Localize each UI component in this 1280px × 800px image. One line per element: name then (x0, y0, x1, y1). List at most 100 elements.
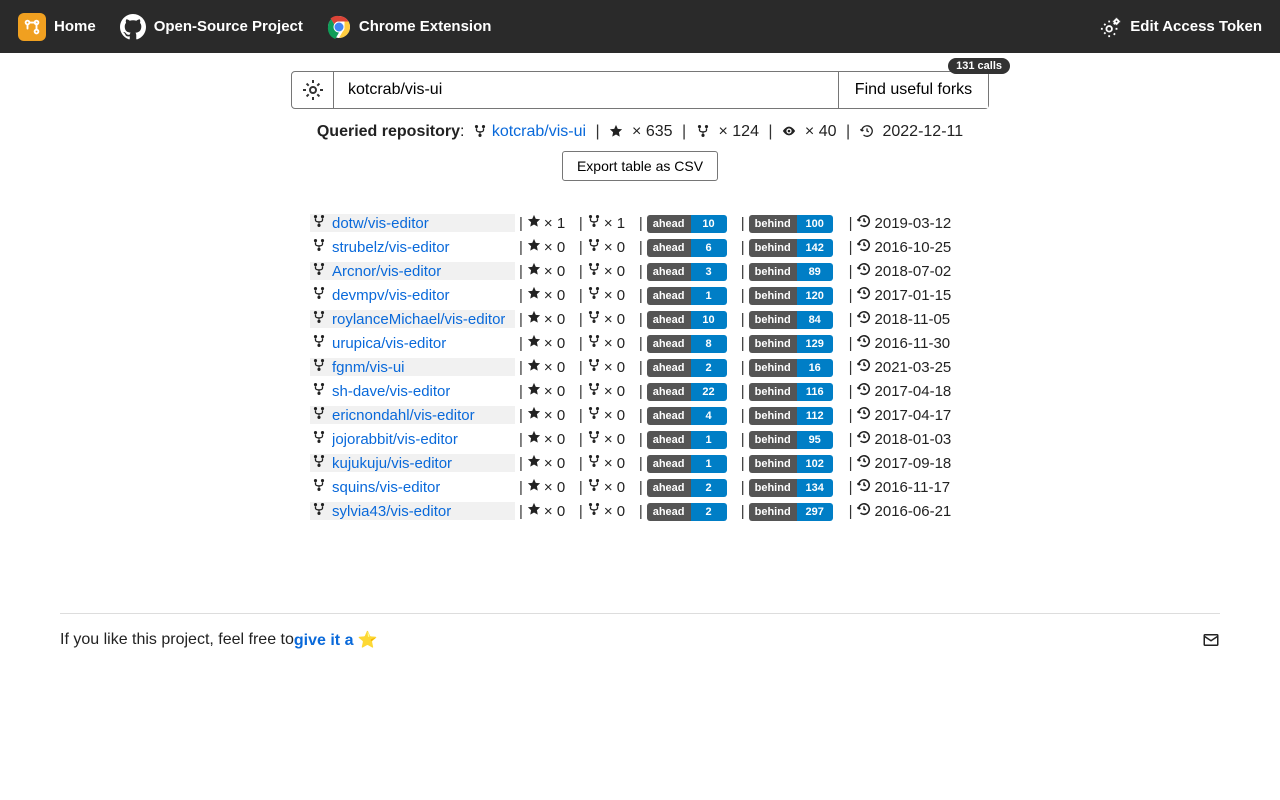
give-star-link[interactable]: give it a ⭐ (294, 630, 378, 650)
repo-search-input[interactable] (334, 72, 838, 108)
fork-icon (312, 214, 326, 232)
fork-icon (312, 502, 326, 520)
ahead-badge: ahead8 (647, 335, 727, 353)
behind-badge: behind120 (749, 287, 833, 305)
navbar: Home Open-Source Project Chrome Extensio… (0, 0, 1280, 53)
ahead-badge: ahead2 (647, 479, 727, 497)
fork-logo-icon (18, 13, 46, 41)
star-icon (527, 478, 541, 496)
history-icon (857, 214, 871, 232)
behind-badge: behind95 (749, 431, 833, 449)
fork-icon (312, 430, 326, 448)
fork-icon (312, 478, 326, 496)
fork-repo-link[interactable]: kujukuju/vis-editor (332, 455, 452, 472)
nav-chrome-extension[interactable]: Chrome Extension (327, 15, 492, 39)
behind-badge: behind134 (749, 479, 833, 497)
star-icon (527, 214, 541, 232)
fork-repo-link[interactable]: devmpv/vis-editor (332, 287, 450, 304)
fork-repo-link[interactable]: jojorabbit/vis-editor (332, 431, 458, 448)
fork-icon (696, 124, 710, 138)
github-icon (120, 14, 146, 40)
history-icon (857, 334, 871, 352)
fork-count: × 0 (604, 359, 625, 376)
push-date: 2016-11-17 (875, 479, 951, 496)
fork-repo-link[interactable]: dotw/vis-editor (332, 215, 429, 232)
fork-repo-link[interactable]: roylanceMichael/vis-editor (332, 311, 505, 328)
history-icon (857, 382, 871, 400)
star-count: × 0 (544, 287, 565, 304)
nav-home[interactable]: Home (18, 13, 96, 41)
fork-icon (587, 478, 601, 496)
nav-edit-token-label: Edit Access Token (1130, 18, 1262, 35)
ahead-badge: ahead4 (647, 407, 727, 425)
history-icon (857, 358, 871, 376)
fork-icon (587, 382, 601, 400)
history-icon (857, 502, 871, 520)
nav-open-source[interactable]: Open-Source Project (120, 14, 303, 40)
fork-count: × 0 (604, 383, 625, 400)
behind-badge: behind84 (749, 311, 833, 329)
fork-icon (587, 214, 601, 232)
fork-repo-link[interactable]: squins/vis-editor (332, 479, 440, 496)
fork-icon (587, 286, 601, 304)
push-date: 2019-03-12 (875, 215, 952, 232)
star-count: × 0 (544, 407, 565, 424)
fork-icon (587, 502, 601, 520)
nav-open-source-label: Open-Source Project (154, 18, 303, 35)
repo-link[interactable]: kotcrab/vis-ui (492, 123, 586, 140)
ahead-badge: ahead3 (647, 263, 727, 281)
ahead-badge: ahead6 (647, 239, 727, 257)
star-icon (527, 334, 541, 352)
fork-repo-link[interactable]: sylvia43/vis-editor (332, 503, 451, 520)
fork-repo-link[interactable]: strubelz/vis-editor (332, 239, 450, 256)
ahead-badge: ahead1 (647, 431, 727, 449)
behind-badge: behind142 (749, 239, 833, 257)
fork-icon (312, 406, 326, 424)
star-count: × 0 (544, 359, 565, 376)
history-icon (857, 478, 871, 496)
export-csv-button[interactable]: Export table as CSV (562, 151, 718, 181)
fork-count: × 0 (604, 407, 625, 424)
push-date: 2018-11-05 (875, 311, 951, 328)
table-row: Arcnor/vis-editor| × 0| × 0|ahead3|behin… (310, 259, 970, 283)
fork-icon (473, 124, 487, 138)
ahead-badge: ahead1 (647, 287, 727, 305)
push-date: 2018-01-03 (875, 431, 952, 448)
footer: If you like this project, feel free to g… (0, 630, 1280, 670)
settings-button[interactable] (292, 72, 334, 108)
history-icon (857, 406, 871, 424)
star-count: × 0 (544, 335, 565, 352)
fork-count: × 0 (604, 479, 625, 496)
fork-icon (312, 358, 326, 376)
table-row: roylanceMichael/vis-editor| × 0| × 0|ahe… (310, 307, 970, 331)
footer-text: If you like this project, feel free to (60, 631, 294, 649)
nav-edit-token[interactable]: Edit Access Token (1100, 16, 1262, 38)
table-row: jojorabbit/vis-editor| × 0| × 0|ahead1|b… (310, 427, 970, 451)
find-forks-button[interactable]: Find useful forks (838, 72, 988, 108)
gear-icon (1100, 16, 1122, 38)
ahead-badge: ahead10 (647, 215, 727, 233)
fork-repo-link[interactable]: urupica/vis-editor (332, 335, 446, 352)
history-icon (860, 124, 874, 138)
star-icon (527, 454, 541, 472)
repo-summary: Queried repository: kotcrab/vis-ui | × 6… (140, 123, 1140, 141)
push-date: 2017-01-15 (875, 287, 952, 304)
fork-count: × 0 (604, 311, 625, 328)
fork-icon (587, 262, 601, 280)
fork-repo-link[interactable]: ericnondahl/vis-editor (332, 407, 475, 424)
star-count: × 1 (544, 215, 565, 232)
fork-count: × 0 (604, 239, 625, 256)
push-date: 2018-07-02 (875, 263, 952, 280)
fork-repo-link[interactable]: sh-dave/vis-editor (332, 383, 450, 400)
history-icon (857, 310, 871, 328)
behind-badge: behind112 (749, 407, 833, 425)
fork-repo-link[interactable]: Arcnor/vis-editor (332, 263, 441, 280)
star-icon (527, 382, 541, 400)
history-icon (857, 454, 871, 472)
star-count: × 0 (544, 263, 565, 280)
fork-repo-link[interactable]: fgnm/vis-ui (332, 359, 405, 376)
push-date: 2016-11-30 (875, 335, 951, 352)
fork-count: × 0 (604, 335, 625, 352)
mail-icon[interactable] (1202, 631, 1220, 649)
star-icon (527, 238, 541, 256)
